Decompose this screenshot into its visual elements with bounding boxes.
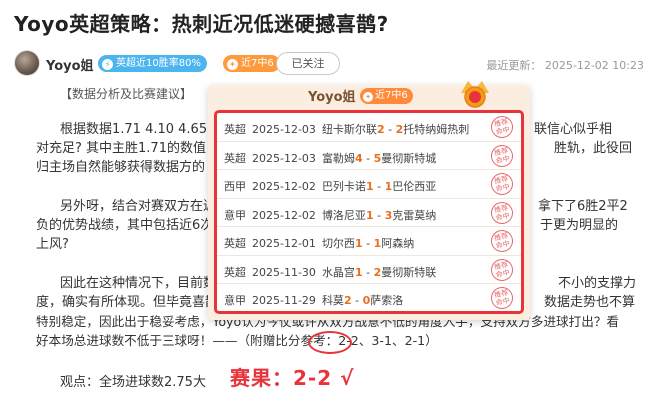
- match-date: 2025-12-02: [252, 208, 316, 222]
- match-date: 2025-12-03: [252, 123, 316, 136]
- match-date: 2025-12-01: [252, 237, 316, 250]
- streak-badge[interactable]: ✦ 近7中6: [223, 55, 280, 72]
- match-league: 英超: [224, 123, 246, 136]
- paragraph-2-line-2: 负的优势战绩，其中包括近6次: [36, 218, 214, 233]
- paragraph-2-line-1-right: 拿下了6胜2平2: [538, 199, 628, 214]
- hit-stamp-icon: 推荐 命中: [488, 199, 516, 226]
- match-home: 巴列卡诺: [321, 180, 366, 193]
- match-home: 科莫: [321, 294, 344, 307]
- match-away: 萨索洛: [370, 294, 404, 307]
- match-league: 西甲: [224, 180, 246, 193]
- result-label: 赛果：2-2 √: [230, 366, 355, 390]
- fire-icon: ✦: [227, 59, 238, 70]
- match-home-score: 1: [354, 237, 363, 250]
- hit-stamp-icon: 推荐 命中: [488, 284, 516, 311]
- hit-stamp-icon: 推荐 命中: [488, 256, 516, 283]
- rate-badge-label: 英超近10胜率80%: [116, 58, 201, 69]
- author-name[interactable]: Yoyo姐: [46, 55, 94, 74]
- score-highlight-circle: [308, 331, 352, 354]
- record-popup: Yoyo姐 ✦ 近7中6 英超 2025-12-03 纽卡斯尔联2 - 2托特纳姆热刺…: [208, 81, 530, 320]
- match-league: 英超: [224, 265, 246, 279]
- match-home-score: 1: [365, 208, 374, 222]
- medal-icon: [461, 81, 489, 108]
- paragraph-1-line-1-right: 联信心似乎相: [534, 122, 613, 137]
- match-home-score: 2: [376, 123, 385, 136]
- paragraph-2-line-3: 上风?: [36, 237, 69, 252]
- follow-button[interactable]: 已关注: [276, 52, 340, 75]
- match-away: 曼彻斯特联: [381, 265, 437, 279]
- match-league: 英超: [224, 237, 246, 250]
- popup-author-name: Yoyo姐: [308, 90, 356, 105]
- match-row[interactable]: 英超 2025-11-30 水晶宫1 - 2曼彻斯特联 推荐 命中: [217, 256, 521, 284]
- popup-header: Yoyo姐 ✦ 近7中6: [208, 81, 530, 108]
- popup-streak-badge: ✦ 近7中6: [360, 88, 413, 104]
- match-row[interactable]: 英超 2025-12-01 切尔西1 - 1阿森纳 推荐 命中: [217, 227, 521, 256]
- match-date: 2025-11-29: [252, 294, 316, 307]
- match-record-list: 英超 2025-12-03 纽卡斯尔联2 - 2托特纳姆热刺 推荐 命中 英超 202…: [214, 110, 524, 314]
- match-away: 克雷莫纳: [392, 208, 437, 222]
- match-row[interactable]: 意甲 2025-11-29 科莫2 - 0萨索洛 推荐 命中: [217, 284, 521, 311]
- popup-streak-label: 近7中6: [375, 90, 408, 101]
- hit-stamp-icon: 推荐 命中: [488, 170, 516, 198]
- paragraph-2-line-2-right: 于更为明显的: [540, 218, 619, 233]
- section-heading: 【数据分析及比赛建议】: [60, 87, 193, 101]
- match-away: 曼彻斯特城: [381, 151, 437, 165]
- match-home: 富勒姆: [321, 151, 355, 165]
- paragraph-3-line-2-right: 数据走势也不算: [544, 295, 636, 310]
- bolt-icon: ⚡: [102, 59, 113, 70]
- rate-badge: ⚡ 英超近10胜率80%: [98, 55, 207, 72]
- avatar[interactable]: [14, 50, 40, 76]
- match-date: 2025-11-30: [252, 265, 316, 279]
- author-row: Yoyo姐 ⚡ 英超近10胜率80% ✦ 近7中6 已关注 最近更新： 2025-1…: [14, 50, 644, 78]
- match-home: 博洛尼亚: [321, 208, 366, 222]
- paragraph-3-line-2: 度，确实有所体现。但毕竟喜鹊: [36, 295, 219, 310]
- match-date: 2025-12-03: [252, 151, 316, 165]
- match-home: 水晶宫: [321, 265, 355, 279]
- match-away: 巴伦西亚: [392, 180, 437, 193]
- article-title: Yoyo英超策略：热刺近况低迷硬撼喜鹊?: [14, 12, 389, 36]
- hit-stamp-icon: 推荐 命中: [488, 227, 516, 255]
- streak-badge-label: 近7中6: [241, 58, 274, 69]
- paragraph-1-line-2: 对充足? 其中主胜1.71的数值: [36, 141, 206, 156]
- paragraph-3-line-1-right: 不小的支撑力: [558, 276, 637, 291]
- match-row[interactable]: 英超 2025-12-03 纽卡斯尔联2 - 2托特纳姆热刺 推荐 命中: [217, 113, 521, 142]
- hit-stamp-icon: 推荐 命中: [488, 142, 516, 169]
- match-home-score: 4: [354, 151, 363, 165]
- match-away: 阿森纳: [381, 237, 415, 250]
- match-row[interactable]: 意甲 2025-12-02 博洛尼亚1 - 3克雷莫纳 推荐 命中: [217, 199, 521, 227]
- paragraph-1-line-3: 归主场自然能够获得数据方的: [36, 160, 206, 175]
- paragraph-1-line-2-right: 胜轨，此役回: [554, 141, 633, 156]
- updated-time: 最近更新： 2025-12-02 10:23: [486, 59, 644, 72]
- match-away: 托特纳姆热刺: [403, 123, 470, 136]
- fire-icon: ✦: [363, 92, 373, 102]
- match-home-score: 2: [343, 294, 352, 307]
- match-home-score: 1: [365, 180, 374, 193]
- hit-stamp-icon: 推荐 命中: [488, 113, 516, 141]
- match-row[interactable]: 西甲 2025-12-02 巴列卡诺1 - 1巴伦西亚 推荐 命中: [217, 170, 521, 199]
- match-row[interactable]: 英超 2025-12-03 富勒姆4 - 5曼彻斯特城 推荐 命中: [217, 142, 521, 170]
- match-home: 切尔西: [321, 237, 355, 250]
- match-date: 2025-12-02: [252, 180, 316, 193]
- match-league: 意甲: [224, 294, 246, 307]
- match-home: 纽卡斯尔联: [321, 123, 377, 136]
- match-league: 意甲: [224, 208, 246, 222]
- match-league: 英超: [224, 151, 246, 165]
- match-home-score: 1: [354, 265, 363, 279]
